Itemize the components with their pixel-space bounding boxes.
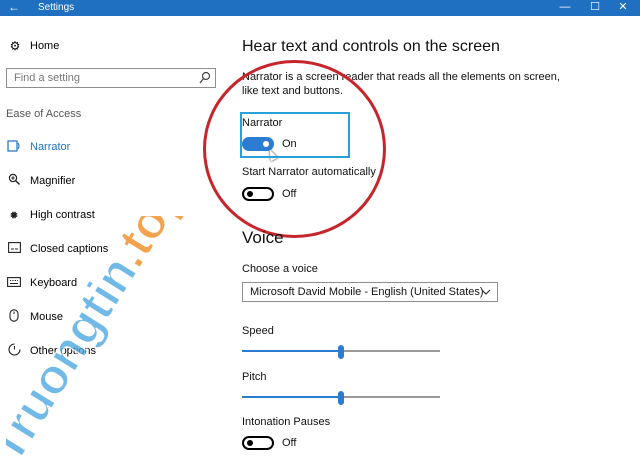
pitch-slider[interactable] xyxy=(242,391,440,405)
sidebar-item-high-contrast[interactable]: ✹ High contrast xyxy=(6,206,95,224)
high-contrast-icon: ✹ xyxy=(9,209,19,222)
narrator-icon xyxy=(6,139,22,155)
sidebar-item-label: Mouse xyxy=(30,311,64,323)
slider-thumb[interactable] xyxy=(338,345,344,359)
sidebar-item-closed-captions[interactable]: Closed captions xyxy=(6,240,108,258)
intonation-toggle[interactable] xyxy=(242,436,274,450)
close-button[interactable]: ✕ xyxy=(612,0,634,16)
voice-select[interactable]: Microsoft David Mobile - English (United… xyxy=(242,282,498,302)
speed-label: Speed xyxy=(242,325,274,337)
keyboard-icon xyxy=(6,276,22,290)
back-arrow-icon[interactable]: ← xyxy=(6,0,22,16)
maximize-button[interactable]: ☐ xyxy=(584,0,606,16)
voice-heading: Voice xyxy=(242,228,284,247)
pitch-label: Pitch xyxy=(242,371,267,383)
search-input[interactable] xyxy=(7,69,193,87)
sidebar-item-label: Magnifier xyxy=(30,175,76,187)
home-link[interactable]: ⚙ Home xyxy=(8,38,60,54)
sidebar-item-other-options[interactable]: Other options xyxy=(6,342,96,360)
sidebar-item-mouse[interactable]: Mouse xyxy=(6,308,63,326)
sidebar: ⚙ Home Ease of Access Narrator Magnifier… xyxy=(0,16,222,460)
magnifier-icon xyxy=(6,173,22,189)
sidebar-item-label: Narrator xyxy=(30,141,71,153)
sidebar-item-label: Closed captions xyxy=(30,243,109,255)
sidebar-item-magnifier[interactable]: Magnifier xyxy=(6,172,75,190)
voice-select-value: Microsoft David Mobile - English (United… xyxy=(250,286,484,298)
minimize-button[interactable]: — xyxy=(554,0,576,16)
annotation-circle xyxy=(203,60,386,238)
search-box[interactable] xyxy=(6,68,216,88)
window-title: Settings xyxy=(38,2,75,13)
main-panel: Hear text and controls on the screen Nar… xyxy=(203,16,640,460)
page-title: Hear text and controls on the screen xyxy=(242,38,500,55)
sidebar-item-label: High contrast xyxy=(30,209,95,221)
title-bar: ← Settings — ☐ ✕ xyxy=(0,0,640,16)
sidebar-item-keyboard[interactable]: Keyboard xyxy=(6,274,77,292)
speed-slider[interactable] xyxy=(242,345,440,359)
toggle-knob xyxy=(247,440,253,446)
sidebar-item-label: Keyboard xyxy=(30,277,78,289)
intonation-toggle-row: Off xyxy=(242,436,296,450)
slider-thumb[interactable] xyxy=(338,391,344,405)
gear-icon: ⚙ xyxy=(9,39,21,53)
chevron-down-icon xyxy=(481,283,491,308)
intonation-toggle-state: Off xyxy=(282,437,297,449)
closed-captions-icon xyxy=(6,242,22,256)
choose-voice-label: Choose a voice xyxy=(242,263,318,275)
sidebar-item-label: Other options xyxy=(30,345,97,357)
slider-fill xyxy=(242,350,341,352)
search-icon[interactable] xyxy=(199,71,211,85)
intonation-label: Intonation Pauses xyxy=(242,416,331,428)
mouse-icon xyxy=(6,309,22,325)
sidebar-item-narrator[interactable]: Narrator xyxy=(6,138,70,156)
home-label: Home xyxy=(30,40,60,52)
slider-fill xyxy=(242,396,341,398)
section-label: Ease of Access xyxy=(6,108,82,120)
other-options-icon xyxy=(6,343,22,359)
